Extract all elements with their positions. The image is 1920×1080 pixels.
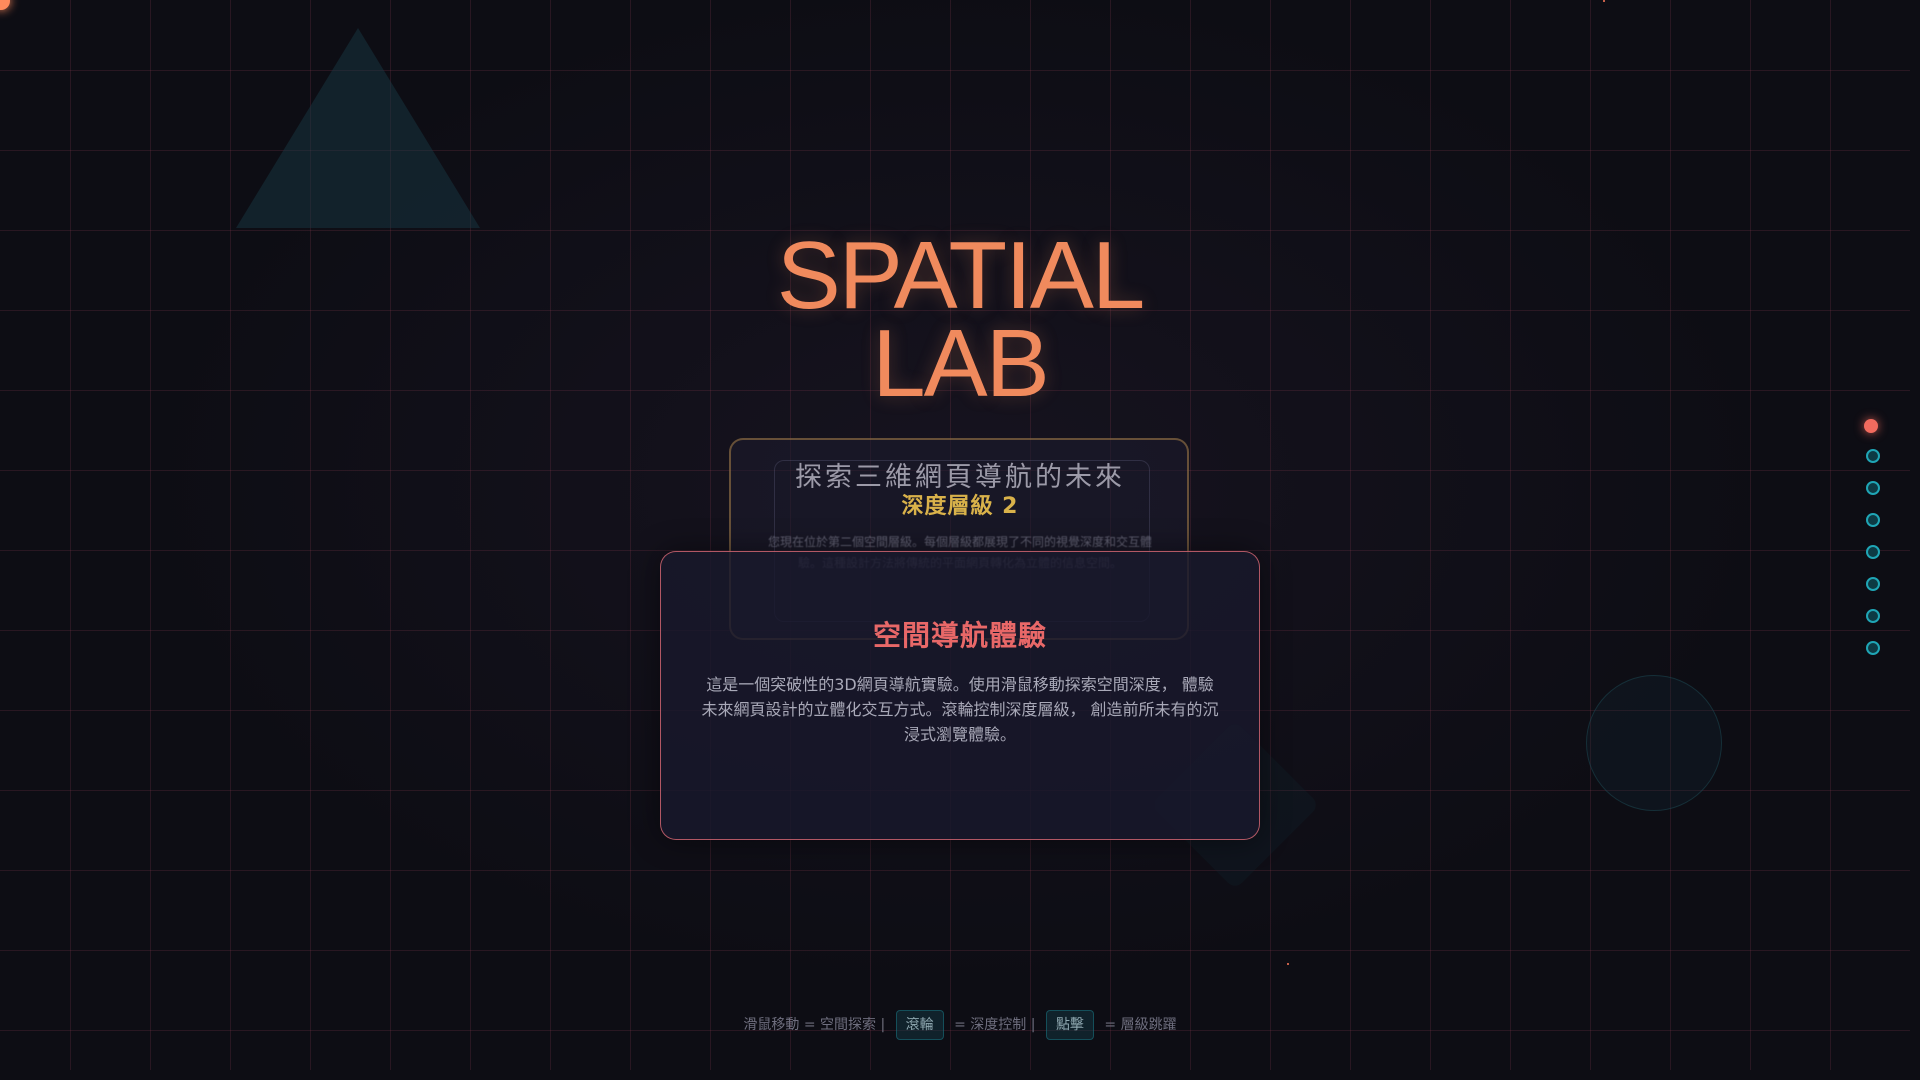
depth-nav-dot[interactable] [1866, 609, 1880, 623]
depth-layer-title: 深度層級 2 [901, 494, 1019, 519]
circle-decoration [1586, 675, 1722, 811]
depth-nav-dot[interactable] [1864, 419, 1878, 433]
triangle-decoration [236, 28, 480, 228]
click-key-badge: 點擊 [1045, 1010, 1094, 1040]
spatial-navigation-description: 這是一個突破性的3D網頁導航實驗。使用滑鼠移動探索空間深度， 體驗未來網頁設計的… [701, 675, 1219, 744]
spatial-navigation-title: 空間導航體驗 [872, 619, 1047, 652]
page-title: SPATIAL LAB [0, 228, 1920, 412]
depth-nav-dot[interactable] [1866, 449, 1880, 463]
depth-nav-dot[interactable] [1866, 513, 1880, 527]
spark-decoration [1287, 963, 1289, 965]
spatial-lab-stage: SPATIAL LAB 探索三維網頁導航的未來 深度層級 2 您現在位於第二個空… [0, 0, 1920, 1080]
hint-scroll-text: = 深度控制 | [954, 1017, 1036, 1033]
spark-decoration [1603, 0, 1605, 2]
depth-nav-dot[interactable] [1866, 545, 1880, 559]
hint-click-text: = 層級跳躍 [1104, 1017, 1177, 1033]
scroll-key-badge: 滾輪 [895, 1010, 944, 1040]
title-line-2: LAB [872, 310, 1049, 417]
depth-nav-dot[interactable] [1866, 481, 1880, 495]
depth-nav-dot[interactable] [1866, 577, 1880, 591]
hint-mouse-text: 滑鼠移動 = 空間探索 | [743, 1017, 886, 1033]
controls-hint: 滑鼠移動 = 空間探索 | 滾輪 = 深度控制 | 點擊 = 層級跳躍 [0, 1008, 1920, 1042]
depth-nav-dot[interactable] [1866, 641, 1880, 655]
depth-navigation [1864, 419, 1884, 673]
